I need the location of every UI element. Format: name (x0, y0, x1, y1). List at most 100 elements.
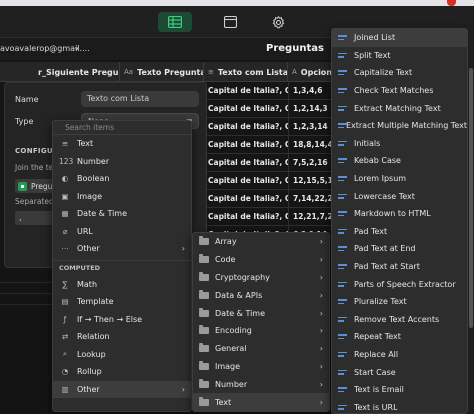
function-item[interactable]: Pad Text at End (332, 240, 467, 258)
menu-item-label: Lookup (77, 349, 106, 359)
function-item[interactable]: Start Case (332, 363, 467, 381)
chevron-right-icon: › (181, 384, 185, 394)
function-item[interactable]: Text is Email (332, 381, 467, 399)
submenu-item-data-apis[interactable]: Data & APIs › (193, 286, 329, 304)
submenu-item-code[interactable]: Code › (193, 251, 329, 269)
chevron-down-icon[interactable]: ▾ (75, 45, 79, 53)
table-cell[interactable]: Capital de Italia?, Capit (205, 154, 289, 171)
function-item[interactable]: Kebab Case (332, 152, 467, 170)
menu-item-date-time[interactable]: ▦ Date & Time (53, 205, 191, 223)
menu-item-computed-other[interactable]: ▥ Other › (53, 380, 191, 398)
function-item[interactable]: Repeat Text (332, 328, 467, 346)
folder-icon (199, 236, 209, 246)
submenu-item-array[interactable]: Array › (193, 233, 329, 251)
search-items-input[interactable]: Search items (53, 121, 191, 135)
function-item[interactable]: Capitalize Text (332, 64, 467, 82)
list-icon (338, 122, 347, 129)
submenu-item-date-time[interactable]: Date & Time › (193, 304, 329, 322)
scrollbar-thumb[interactable] (469, 68, 473, 328)
menu-item-other[interactable]: ⋯ Other › (53, 240, 191, 258)
menu-item-text[interactable]: ≡ Text (53, 135, 191, 153)
table-row[interactable]: Capital de Italia?, Capit18,8,14,4 (205, 136, 335, 154)
menu-item-math[interactable]: ∑ Math (53, 276, 191, 294)
submenu-item-number[interactable]: Number › (193, 375, 329, 393)
table-row[interactable]: Capital de Italia?, Capit7,5,2,16 (205, 154, 335, 172)
table-cell[interactable]: Capital de Italia?, Capit (205, 100, 289, 117)
menu-item-label: Date & Time (77, 209, 128, 219)
function-item[interactable]: Markdown to HTML (332, 205, 467, 223)
submenu-item-encoding[interactable]: Encoding › (193, 322, 329, 340)
table-cell[interactable]: 1,2,3,14 (289, 118, 335, 135)
table-row[interactable]: Capital de Italia?, Capit12,15,5,10 (205, 172, 335, 190)
empty-grid-area (0, 272, 56, 414)
menu-item-boolean[interactable]: ◐ Boolean (53, 170, 191, 188)
grid-view-button[interactable] (158, 12, 192, 32)
table-cell[interactable]: 7,14,22,21 (289, 190, 335, 207)
function-item[interactable]: Lorem Ipsum (332, 170, 467, 188)
menu-item-if-then-else[interactable]: ƒ If → Then → Else (53, 311, 191, 329)
separator-input[interactable]: , (15, 211, 55, 225)
function-item[interactable]: Pad Text (332, 223, 467, 241)
table-row[interactable]: Capital de Italia?, Capit1,2,14,3 (205, 100, 335, 118)
submenu-item-cryptography[interactable]: Cryptography › (193, 269, 329, 287)
table-cell[interactable]: 18,8,14,4 (289, 136, 335, 153)
function-label: Pluralize Text (354, 297, 407, 307)
folder-icon (199, 325, 209, 335)
column-header[interactable]: A Opcion (288, 62, 332, 82)
function-item[interactable]: Lowercase Text (332, 187, 467, 205)
function-label: Start Case (354, 367, 396, 377)
table-row[interactable]: Capital de Italia?, Capit7,14,22,21 (205, 190, 335, 208)
source-column-chip[interactable]: ▪ Pregu (15, 179, 55, 193)
table-cell[interactable]: Capital de Italia?, Capit (205, 172, 289, 189)
source-column-label: Pregu (31, 181, 53, 191)
table-row[interactable]: Capital de Italia?, Capit1,3,4,6 (205, 82, 335, 100)
table-cell[interactable]: Capital de Italia?, Capit (205, 208, 289, 225)
submenu-item-image[interactable]: Image › (193, 358, 329, 376)
category-submenu: Array › Code › Cryptography › Data & APIs › … (192, 232, 330, 412)
function-item[interactable]: Pad Text at Start (332, 258, 467, 276)
submenu-item-text[interactable]: Text › (193, 393, 329, 411)
function-item[interactable]: Pluralize Text (332, 293, 467, 311)
menu-item-image[interactable]: ▣ Image (53, 188, 191, 206)
type-label: Type (15, 117, 34, 126)
function-item[interactable]: Initials (332, 135, 467, 153)
function-item[interactable]: Joined List (332, 29, 467, 47)
table-cell[interactable]: Capital de Italia?, Capit (205, 82, 289, 99)
menu-item-rollup[interactable]: ◔ Rollup (53, 363, 191, 381)
table-cell[interactable]: 1,3,4,6 (289, 82, 335, 99)
grid-body: Capital de Italia?, Capit1,3,4,6 Capital… (205, 82, 335, 242)
table-cell[interactable]: 12,21,7,2 (289, 208, 335, 225)
table-cell[interactable]: 12,15,5,10 (289, 172, 335, 189)
rollup-icon: ◔ (61, 367, 69, 377)
table-cell[interactable]: 1,2,14,3 (289, 100, 335, 117)
table-cell[interactable]: Capital de Italia?, Capit (205, 190, 289, 207)
column-header[interactable]: Aa Texto Pregunta (120, 62, 204, 82)
table-row[interactable]: Capital de Italia?, Capit12,21,7,2 (205, 208, 335, 226)
table-cell[interactable]: Capital de Italia?, Capit (205, 118, 289, 135)
settings-button[interactable] (266, 12, 290, 32)
function-item[interactable]: Remove Text Accents (332, 311, 467, 329)
function-item[interactable]: Extract Multiple Matching Text (332, 117, 467, 135)
submenu-item-general[interactable]: General › (193, 340, 329, 358)
menu-item-number[interactable]: 123 Number (53, 153, 191, 171)
function-item[interactable]: Replace All (332, 346, 467, 364)
column-header[interactable]: r_Siguiente Pregunta (34, 62, 120, 82)
menu-item-template[interactable]: ▤ Template (53, 293, 191, 311)
table-cell[interactable]: Capital de Italia?, Capit (205, 136, 289, 153)
menu-scrollbar[interactable] (468, 28, 474, 414)
menu-item-relation[interactable]: ⇄ Relation (53, 328, 191, 346)
layout-view-button[interactable] (218, 12, 242, 32)
column-name-input[interactable]: Texto com Lista (81, 91, 199, 107)
function-item[interactable]: Text is URL (332, 398, 467, 413)
column-header[interactable]: ≡ Texto com Lista (204, 62, 288, 82)
column-label: Texto com Lista (217, 67, 288, 77)
function-item[interactable]: Check Text Matches (332, 82, 467, 100)
menu-item-lookup[interactable]: ⌕ Lookup (53, 346, 191, 364)
function-item[interactable]: Parts of Speech Extractor (332, 275, 467, 293)
menu-item-url[interactable]: ⌀ URL (53, 223, 191, 241)
function-item[interactable]: Split Text (332, 47, 467, 65)
table-row[interactable]: Capital de Italia?, Capit1,2,3,14 (205, 118, 335, 136)
sheet-title: Preguntas (266, 43, 324, 54)
function-item[interactable]: Extract Matching Text (332, 99, 467, 117)
table-cell[interactable]: 7,5,2,16 (289, 154, 335, 171)
